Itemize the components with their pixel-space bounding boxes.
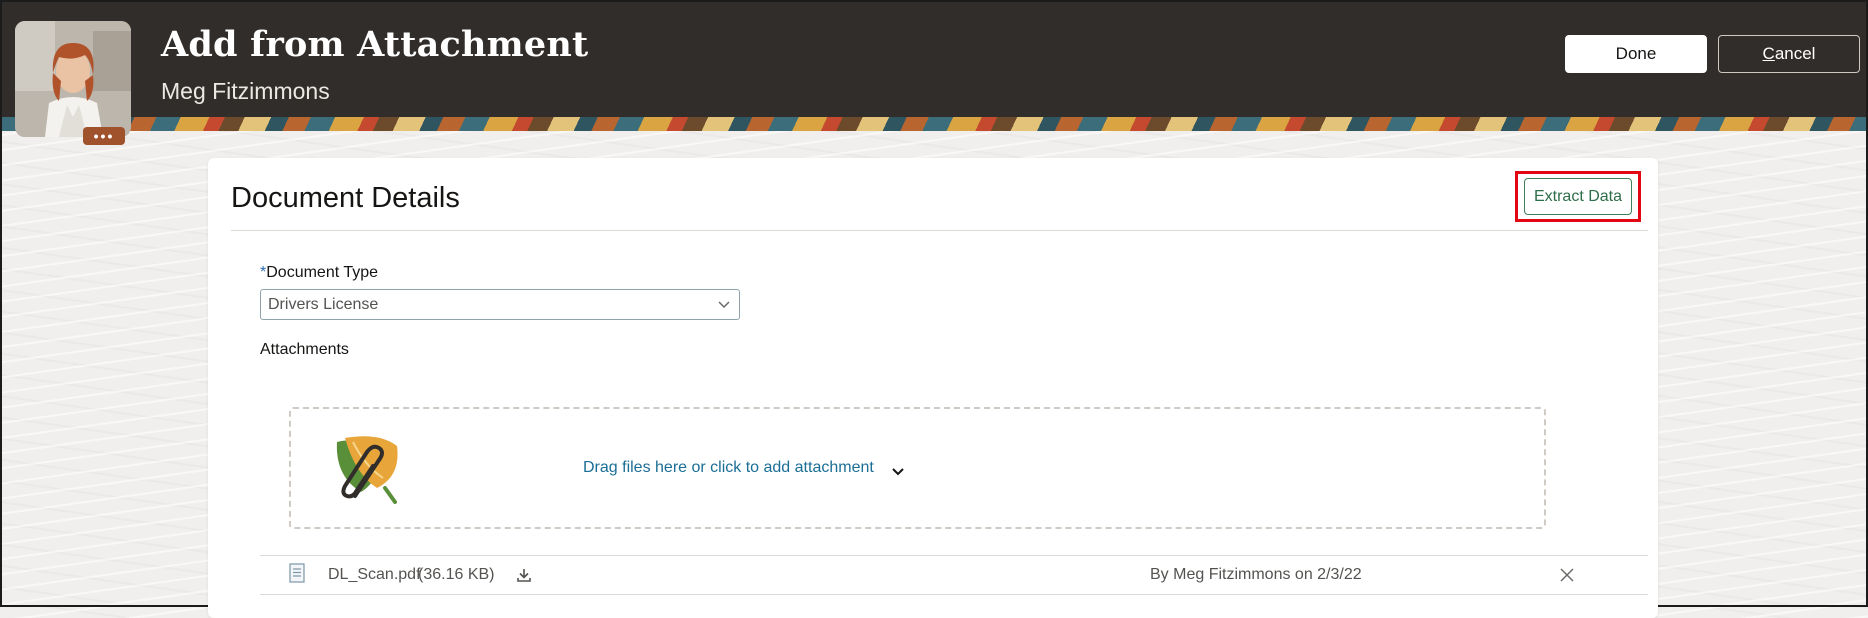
cancel-accelerator: C bbox=[1762, 44, 1775, 63]
paperclip-leaf-icon bbox=[331, 430, 403, 511]
document-type-value: Drivers License bbox=[268, 295, 379, 313]
document-type-label-text: Document Type bbox=[266, 264, 378, 281]
header-decorative-band bbox=[2, 117, 1866, 131]
attachments-label: Attachments bbox=[260, 341, 349, 358]
attachment-row: DL_Scan.pdf (36.16 KB) By Meg Fitzimmons… bbox=[260, 555, 1648, 595]
attachment-meta: By Meg Fitzimmons on 2/3/22 bbox=[1150, 566, 1362, 583]
page-subtitle: Meg Fitzimmons bbox=[161, 78, 330, 104]
attachment-dropzone[interactable]: Drag files here or click to add attachme… bbox=[289, 407, 1546, 529]
document-icon bbox=[289, 563, 305, 588]
cancel-label-rest: ancel bbox=[1774, 44, 1816, 63]
document-type-select[interactable]: Drivers License bbox=[260, 289, 740, 320]
document-type-label: *Document Type bbox=[260, 264, 378, 282]
download-icon[interactable] bbox=[516, 567, 532, 588]
page-header: Add from Attachment Meg Fitzimmons Done … bbox=[2, 2, 1866, 118]
add-attachment-link[interactable]: Drag files here or click to add attachme… bbox=[583, 459, 874, 477]
chevron-down-icon[interactable] bbox=[891, 465, 905, 483]
attachment-file-size: (36.16 KB) bbox=[418, 566, 495, 583]
done-button[interactable]: Done bbox=[1565, 35, 1707, 73]
section-divider bbox=[231, 230, 1648, 231]
document-details-card: Document Details Extract Data *Document … bbox=[208, 158, 1658, 618]
section-title: Document Details bbox=[231, 182, 460, 214]
chevron-down-icon bbox=[717, 297, 731, 316]
page-title: Add from Attachment bbox=[161, 24, 589, 65]
cancel-button[interactable]: Cancel bbox=[1718, 35, 1860, 73]
extract-data-button[interactable]: Extract Data bbox=[1524, 178, 1632, 215]
close-icon[interactable] bbox=[1559, 567, 1575, 588]
profile-more-menu[interactable]: ••• bbox=[83, 127, 125, 145]
attachment-file-name[interactable]: DL_Scan.pdf bbox=[328, 566, 421, 584]
person-photo-icon bbox=[15, 21, 131, 137]
